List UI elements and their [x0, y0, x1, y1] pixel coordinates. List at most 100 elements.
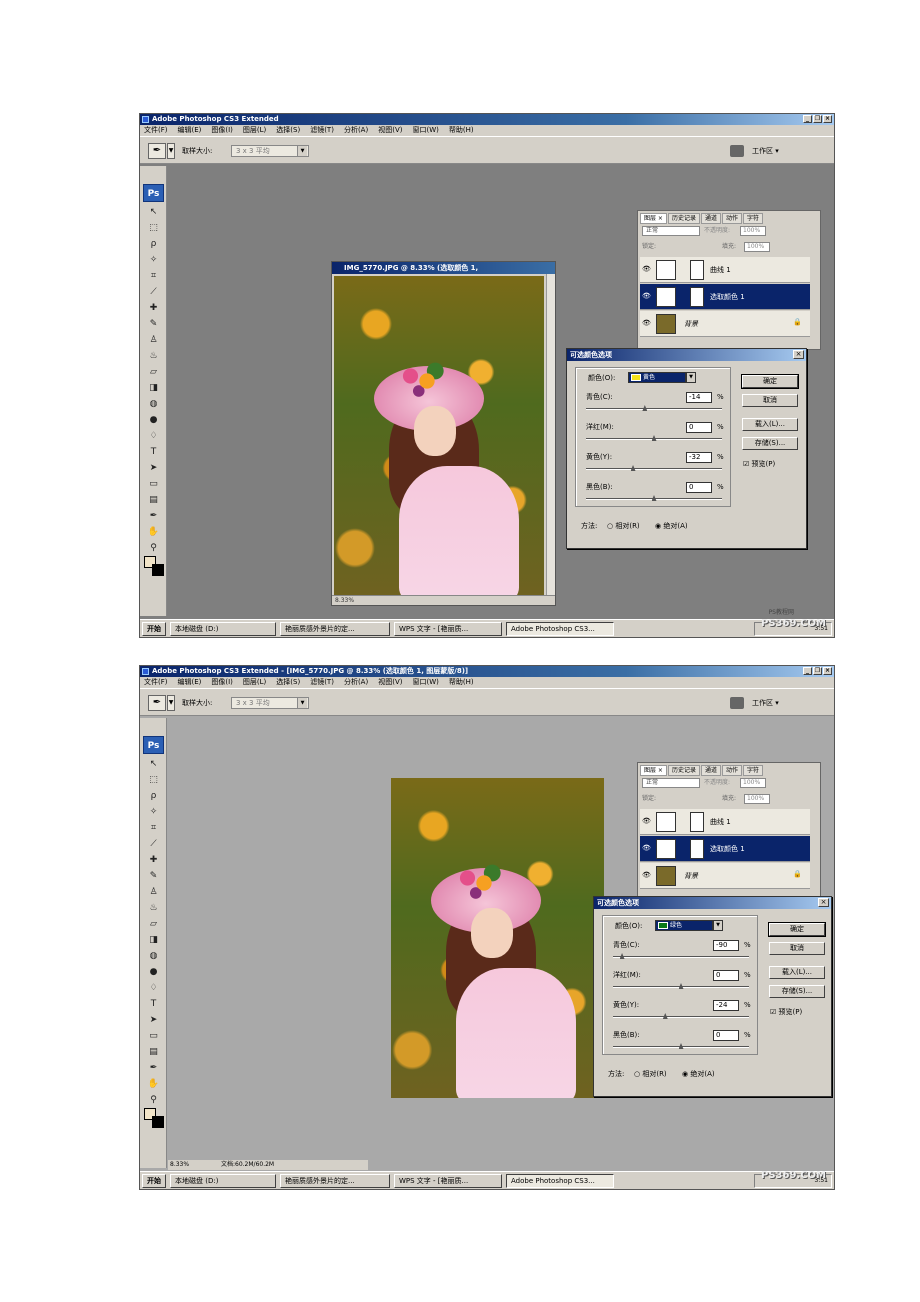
slider-value-field[interactable]: 0	[713, 1030, 739, 1041]
tab-character[interactable]: 字符	[742, 213, 763, 224]
layer-row[interactable]: 👁 曲线 1	[640, 809, 810, 835]
slider-track[interactable]	[613, 956, 749, 958]
menu-window[interactable]: 窗口(W)	[412, 125, 438, 136]
tab-history[interactable]: 历史记录	[667, 765, 700, 776]
layer-row-selected[interactable]: 👁 选取颜色 1	[640, 836, 810, 862]
color-select[interactable]: 绿色 ▼	[655, 920, 723, 931]
task-local-disk[interactable]: 本地磁盘 (D:)	[170, 1173, 276, 1188]
cancel-button[interactable]: 取消	[742, 394, 798, 407]
tab-history[interactable]: 历史记录	[667, 213, 700, 224]
tab-layers[interactable]: 图层 ×	[640, 765, 667, 776]
tab-channels[interactable]: 通道	[700, 213, 721, 224]
layer-row[interactable]: 👁 背景 🔒	[640, 863, 810, 889]
close-button[interactable]: ×	[823, 667, 832, 675]
minimize-button[interactable]: _	[803, 115, 812, 123]
task-wps[interactable]: WPS 文字 - [艳丽质...	[394, 1173, 502, 1188]
ok-button[interactable]: 确定	[741, 374, 799, 389]
method-absolute-radio[interactable]: ◉ 绝对(A)	[655, 521, 688, 531]
slider-value-field[interactable]: 0	[686, 482, 712, 493]
menu-select[interactable]: 选择(S)	[276, 125, 300, 136]
menu-edit[interactable]: 编辑(E)	[178, 125, 202, 136]
menu-analysis[interactable]: 分析(A)	[344, 677, 368, 688]
photo-canvas[interactable]	[391, 778, 604, 1098]
menu-image[interactable]: 图像(I)	[211, 125, 233, 136]
document-window[interactable]: IMG_5770.JPG @ 8.33% (选取颜色 1, 8.33%	[331, 261, 556, 606]
tab-character[interactable]: 字符	[742, 765, 763, 776]
preview-checkbox[interactable]: ☑ 预览(P)	[770, 1007, 802, 1017]
blend-mode-select[interactable]: 正常	[642, 226, 700, 236]
menu-select[interactable]: 选择(S)	[276, 677, 300, 688]
slider-value-field[interactable]: -90	[713, 940, 739, 951]
menu-filter[interactable]: 滤镜(T)	[310, 125, 334, 136]
lasso-tool-icon[interactable]: ρ	[142, 238, 165, 251]
layer-mask-thumb[interactable]	[690, 812, 704, 832]
start-button[interactable]: 开始	[142, 1173, 166, 1188]
zoom-tool-icon[interactable]: ⚲	[142, 542, 165, 555]
type-tool-icon[interactable]: T	[142, 446, 165, 459]
opacity-field[interactable]: 100%	[740, 778, 766, 788]
crop-tool-icon[interactable]: ⌗	[142, 270, 165, 283]
sample-size-select[interactable]: 3 x 3 平均	[231, 697, 309, 709]
slider-value-field[interactable]: 0	[713, 970, 739, 981]
menu-window[interactable]: 窗口(W)	[412, 677, 438, 688]
cancel-button[interactable]: 取消	[769, 942, 825, 955]
healing-tool-icon[interactable]: ✚	[142, 302, 165, 315]
eye-icon[interactable]: 👁	[642, 319, 651, 327]
stamp-tool-icon[interactable]: ♙	[142, 886, 165, 899]
move-tool-icon[interactable]: ↖	[142, 758, 165, 771]
slider-track[interactable]	[613, 1016, 749, 1018]
notes-tool-icon[interactable]: ▤	[142, 494, 165, 507]
hand-tool-icon[interactable]: ✋	[142, 526, 165, 539]
menu-help[interactable]: 帮助(H)	[449, 125, 474, 136]
method-relative-radio[interactable]: ○ 相对(R)	[607, 521, 640, 531]
slider-value-field[interactable]: -14	[686, 392, 712, 403]
marquee-tool-icon[interactable]: ⬚	[142, 774, 165, 787]
layer-row-selected[interactable]: 👁 选取颜色 1	[640, 284, 810, 310]
slider-track[interactable]	[586, 468, 722, 470]
notes-tool-icon[interactable]: ▤	[142, 1046, 165, 1059]
task-wps[interactable]: WPS 文字 - [艳丽质...	[394, 621, 502, 636]
workspace-button[interactable]: 工作区 ▾	[752, 144, 792, 158]
menu-edit[interactable]: 编辑(E)	[178, 677, 202, 688]
save-button[interactable]: 存储(S)...	[769, 985, 825, 998]
eraser-tool-icon[interactable]: ▱	[142, 918, 165, 931]
tab-layers[interactable]: 图层 ×	[640, 213, 667, 224]
pen-tool-icon[interactable]: ♢	[142, 982, 165, 995]
task-photoshop[interactable]: Adobe Photoshop CS3...	[506, 1173, 614, 1188]
layer-row[interactable]: 👁 背景 🔒	[640, 311, 810, 337]
slice-tool-icon[interactable]: ⟋	[142, 286, 165, 299]
ok-button[interactable]: 确定	[768, 922, 826, 937]
magic-wand-tool-icon[interactable]: ✧	[142, 254, 165, 267]
eyedropper-tool-icon[interactable]: ✒	[148, 695, 166, 711]
tab-channels[interactable]: 通道	[700, 765, 721, 776]
chevron-down-icon[interactable]: ▼	[686, 372, 696, 383]
task-local-disk[interactable]: 本地磁盘 (D:)	[170, 621, 276, 636]
minimize-button[interactable]: _	[803, 667, 812, 675]
menu-layer[interactable]: 图层(L)	[243, 677, 266, 688]
tool-preset-arrow[interactable]: ▼	[167, 695, 175, 711]
tab-actions[interactable]: 动作	[721, 765, 742, 776]
eye-icon[interactable]: 👁	[642, 265, 651, 273]
close-button[interactable]: ×	[823, 115, 832, 123]
magic-wand-tool-icon[interactable]: ✧	[142, 806, 165, 819]
fill-field[interactable]: 100%	[744, 794, 770, 804]
menu-image[interactable]: 图像(I)	[211, 677, 233, 688]
blend-mode-select[interactable]: 正常	[642, 778, 700, 788]
shape-tool-icon[interactable]: ▭	[142, 1030, 165, 1043]
slider-value-field[interactable]: -24	[713, 1000, 739, 1011]
marquee-tool-icon[interactable]: ⬚	[142, 222, 165, 235]
doc-size-info[interactable]: 文档:60.2M/60.2M	[221, 1161, 274, 1168]
dialog-close-button[interactable]: ×	[818, 898, 829, 907]
lasso-tool-icon[interactable]: ρ	[142, 790, 165, 803]
gradient-tool-icon[interactable]: ◨	[142, 934, 165, 947]
preview-checkbox[interactable]: ☑ 预览(P)	[743, 459, 775, 469]
type-tool-icon[interactable]: T	[142, 998, 165, 1011]
layer-mask-thumb[interactable]	[690, 260, 704, 280]
start-button[interactable]: 开始	[142, 621, 166, 636]
menu-view[interactable]: 视图(V)	[378, 125, 402, 136]
layer-mask-thumb[interactable]	[690, 287, 704, 307]
slider-track[interactable]	[586, 408, 722, 410]
layer-mask-thumb[interactable]	[690, 839, 704, 859]
method-relative-radio[interactable]: ○ 相对(R)	[634, 1069, 667, 1079]
eyedropper-icon[interactable]: ✒	[142, 510, 165, 523]
